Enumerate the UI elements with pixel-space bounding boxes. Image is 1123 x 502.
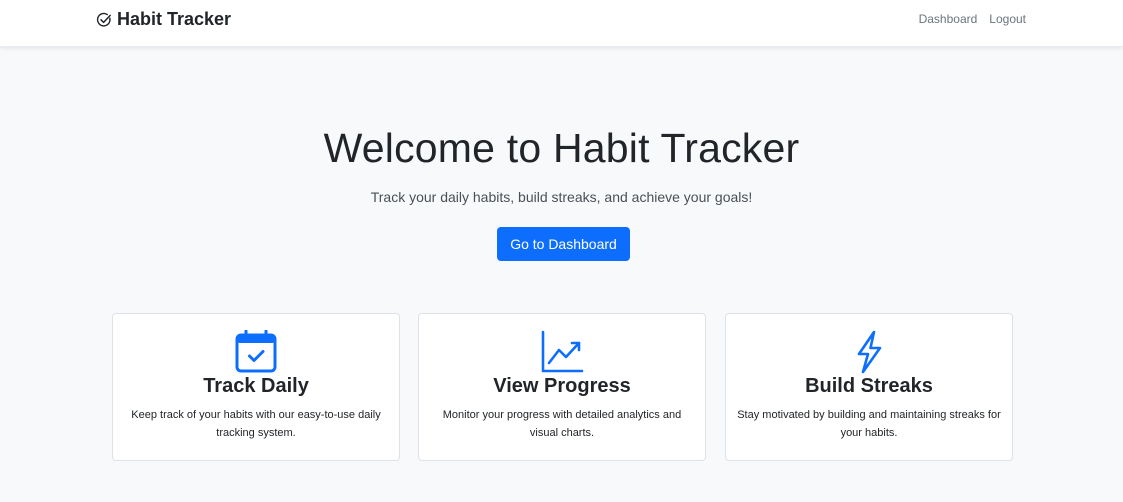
feature-title: View Progress [493, 375, 631, 397]
feature-text: Stay motivated by building and maintaini… [737, 409, 1001, 439]
feature-card-track-daily: Track Daily Keep track of your habits wi… [112, 313, 400, 461]
feature-title: Track Daily [203, 375, 309, 397]
feature-text: Monitor your progress with detailed anal… [442, 409, 682, 439]
check-circle-icon [96, 12, 112, 28]
nav-link-logout[interactable]: Logout [989, 12, 1026, 26]
nav-link-dashboard[interactable]: Dashboard [919, 12, 978, 26]
feature-text: Keep track of your habits with our easy-… [131, 409, 381, 439]
calendar-check-icon [113, 330, 399, 374]
go-to-dashboard-button[interactable]: Go to Dashboard [497, 227, 630, 261]
lightning-icon [726, 330, 1012, 374]
hero-title: Welcome to Habit Tracker [323, 125, 800, 171]
brand-link[interactable]: Habit Tracker [96, 9, 231, 30]
feature-card-view-progress: View Progress Monitor your progress with… [418, 313, 706, 461]
brand-title: Habit Tracker [117, 9, 232, 29]
navbar: Habit Tracker Dashboard Logout [0, 0, 1123, 47]
graph-up-icon [419, 330, 705, 374]
feature-card-build-streaks: Build Streaks Stay motivated by building… [725, 313, 1013, 461]
nav-links: Dashboard Logout [919, 12, 1026, 26]
feature-title: Build Streaks [805, 375, 933, 397]
hero-subtitle: Track your daily habits, build streaks, … [370, 189, 753, 205]
hero-section: Welcome to Habit Tracker Track your dail… [0, 120, 1123, 207]
